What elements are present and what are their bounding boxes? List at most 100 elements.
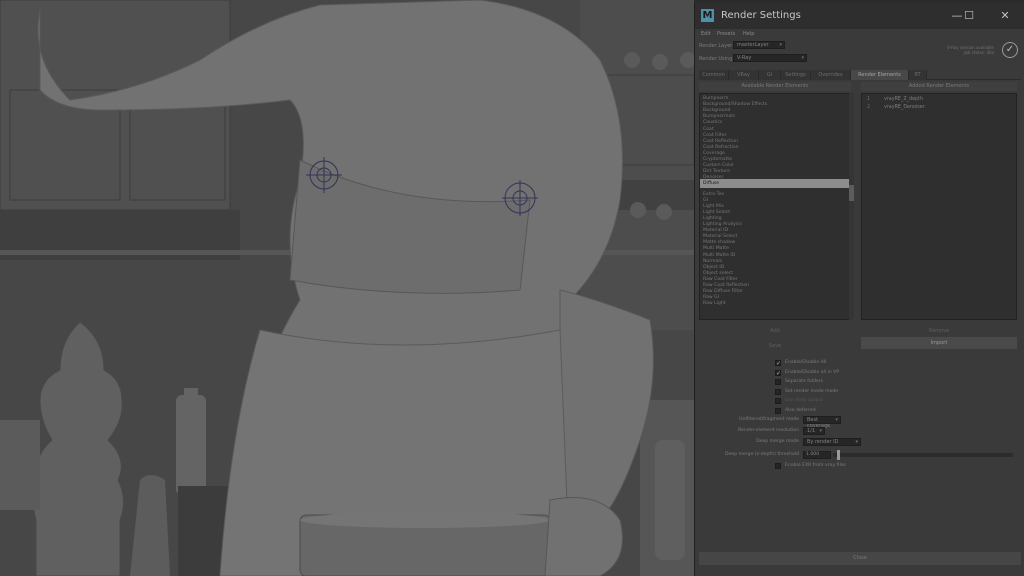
available-element-item[interactable]: Raw Diffuse Filter (703, 289, 743, 294)
available-element-item[interactable]: Matte shadow (703, 240, 735, 245)
option-label: Enable/Disable all in VP (785, 369, 840, 375)
tab-overrides[interactable]: Overrides (811, 70, 851, 80)
available-element-item[interactable]: Material Select (703, 234, 737, 239)
menu-bar: Edit Presets Help (695, 29, 1024, 39)
session-status: V-Ray session available Job status: Idle (924, 45, 994, 55)
deep-merge-threshold-label: Deep merge (z-depth) threshold (725, 452, 799, 457)
maximize-icon: ☐ (964, 9, 974, 22)
chevron-down-icon: ▾ (801, 55, 804, 61)
title-bar[interactable]: M Render Settings — ☐ ✕ (695, 3, 1024, 29)
option-label: Enable/Disable All (785, 360, 827, 365)
fragment-mode-dropdown[interactable]: Best coverage ▾ (803, 416, 841, 429)
available-element-item[interactable]: Coat Refraction (703, 145, 739, 150)
available-element-item[interactable]: Light Mix (703, 204, 724, 209)
render-layer-label: Render Layer (699, 43, 733, 49)
exr-option-label: Enable EXR from vray files (785, 463, 846, 468)
available-element-item[interactable]: Dirt Texture (703, 169, 730, 174)
available-element-item[interactable]: Object select (703, 271, 733, 276)
available-element-item[interactable]: Caustics (703, 120, 722, 125)
maya-app-icon: M (701, 9, 714, 22)
checkbox[interactable] (775, 398, 781, 405)
available-element-item[interactable]: Light Select (703, 210, 730, 215)
available-element-item[interactable]: Diffuse (700, 179, 850, 189)
available-element-item[interactable]: Raw Coat Reflection (703, 283, 749, 288)
available-element-item[interactable]: GI (703, 198, 708, 203)
checkbox[interactable] (775, 379, 781, 386)
element-resolution-value: 1/1 (807, 428, 816, 434)
added-elements-header: Added Render Elements (861, 82, 1017, 91)
slider-handle[interactable] (836, 450, 840, 460)
tab-vray[interactable]: VRay (729, 70, 759, 80)
chevron-down-icon: ▾ (855, 439, 858, 445)
available-element-item[interactable]: Raw Light (703, 301, 726, 306)
save-elements-button[interactable]: Save (699, 340, 851, 352)
render-using-value: V-Ray (737, 55, 752, 61)
chevron-down-icon: ▾ (835, 417, 838, 423)
tab-settings[interactable]: Settings (781, 70, 811, 80)
element-resolution-label: Render-element resolution (738, 428, 799, 433)
render-layer-dropdown[interactable]: masterLayer ▾ (733, 41, 785, 49)
checkbox[interactable] (775, 408, 781, 414)
checkmark-icon[interactable]: ✓ (775, 360, 781, 367)
import-elements-button[interactable]: Import (861, 337, 1017, 349)
maximize-button[interactable]: ☐ (961, 8, 977, 24)
available-element-item[interactable]: Multi Matte ID (703, 253, 735, 258)
close-window-button[interactable]: ✕ (997, 8, 1013, 24)
available-element-item[interactable]: Extra Tex (703, 192, 724, 197)
deep-merge-mode-dropdown[interactable]: By render ID ▾ (803, 438, 861, 446)
element-resolution-dropdown[interactable]: 1/1 ▾ (803, 427, 825, 435)
added-element-row[interactable]: 2 vrayRE_Denoiser (862, 105, 1012, 111)
deep-merge-threshold-input[interactable]: 1.000 (803, 451, 831, 459)
available-element-item[interactable]: Custom Color (703, 163, 734, 168)
available-element-item[interactable]: Coverage (703, 151, 725, 156)
option-label: Separate folders (785, 379, 823, 385)
tab-gi[interactable]: GI (759, 70, 781, 80)
close-button[interactable]: Close (699, 552, 1021, 565)
available-element-item[interactable]: Material ID (703, 228, 728, 233)
available-element-item[interactable]: Bumpnormals (703, 114, 735, 119)
available-element-item[interactable]: Bumpnorm (703, 96, 728, 101)
remove-element-button[interactable]: Remove (861, 325, 1017, 337)
viewport[interactable] (0, 0, 694, 576)
checkbox[interactable] (775, 388, 781, 395)
option-label: Also deferred (785, 408, 816, 413)
menu-presets[interactable]: Presets (717, 31, 735, 37)
render-using-label: Render Using (699, 56, 733, 62)
available-element-item[interactable]: Lighting Analysis (703, 222, 742, 227)
fragment-mode-label: Unfiltered/fragment mode (739, 417, 799, 422)
available-element-item[interactable]: Lighting (703, 216, 722, 221)
added-element-row[interactable]: 1 vrayRE_Z_depth (862, 97, 1012, 103)
available-element-item[interactable]: Normals (703, 259, 722, 264)
available-element-item[interactable]: Cryptomatte (703, 157, 732, 162)
menu-edit[interactable]: Edit (701, 31, 711, 37)
exr-checkbox[interactable] (775, 463, 781, 469)
window-title: Render Settings (721, 10, 801, 21)
tab-render-elements[interactable]: Render Elements (851, 70, 909, 80)
available-element-item[interactable]: Coat Filter (703, 133, 726, 138)
available-element-item[interactable]: Object ID (703, 265, 724, 270)
available-element-item[interactable]: Raw GI (703, 295, 719, 300)
job-status-line: Job status: Idle (964, 50, 994, 55)
available-elements-list[interactable]: Bumpnorm Background/Shadow Effects Backgro… (699, 93, 851, 320)
added-element-name: vrayRE_Z_depth (884, 97, 923, 102)
available-element-item[interactable]: Coat (703, 127, 714, 132)
chevron-down-icon: ▾ (819, 428, 822, 434)
available-element-item[interactable]: Raw Coat Filter (703, 277, 738, 282)
added-element-index: 1 (867, 97, 871, 102)
checkmark-icon[interactable]: ✓ (775, 369, 781, 376)
available-element-item[interactable]: Background/Shadow Effects (703, 102, 767, 107)
add-element-button[interactable]: Add (699, 325, 851, 337)
menu-help[interactable]: Help (743, 31, 754, 37)
deep-merge-threshold-slider[interactable] (833, 453, 1013, 457)
tab-common[interactable]: Common (699, 70, 729, 80)
available-element-item[interactable]: Coat Reflection (703, 139, 738, 144)
render-using-dropdown[interactable]: V-Ray ▾ (733, 54, 807, 62)
available-list-scrollbar[interactable] (849, 93, 854, 320)
render-settings-window: M Render Settings — ☐ ✕ Edit Presets Hel… (694, 3, 1024, 576)
tab-rt[interactable]: RT (909, 70, 927, 80)
added-elements-list[interactable]: 1 vrayRE_Z_depth 2 vrayRE_Denoiser (861, 93, 1017, 320)
available-element-item[interactable]: Multi Matte (703, 246, 729, 251)
scrollbar-thumb[interactable] (849, 185, 854, 201)
chevron-down-icon: ▾ (779, 42, 782, 48)
available-element-item[interactable]: Background (703, 108, 730, 113)
